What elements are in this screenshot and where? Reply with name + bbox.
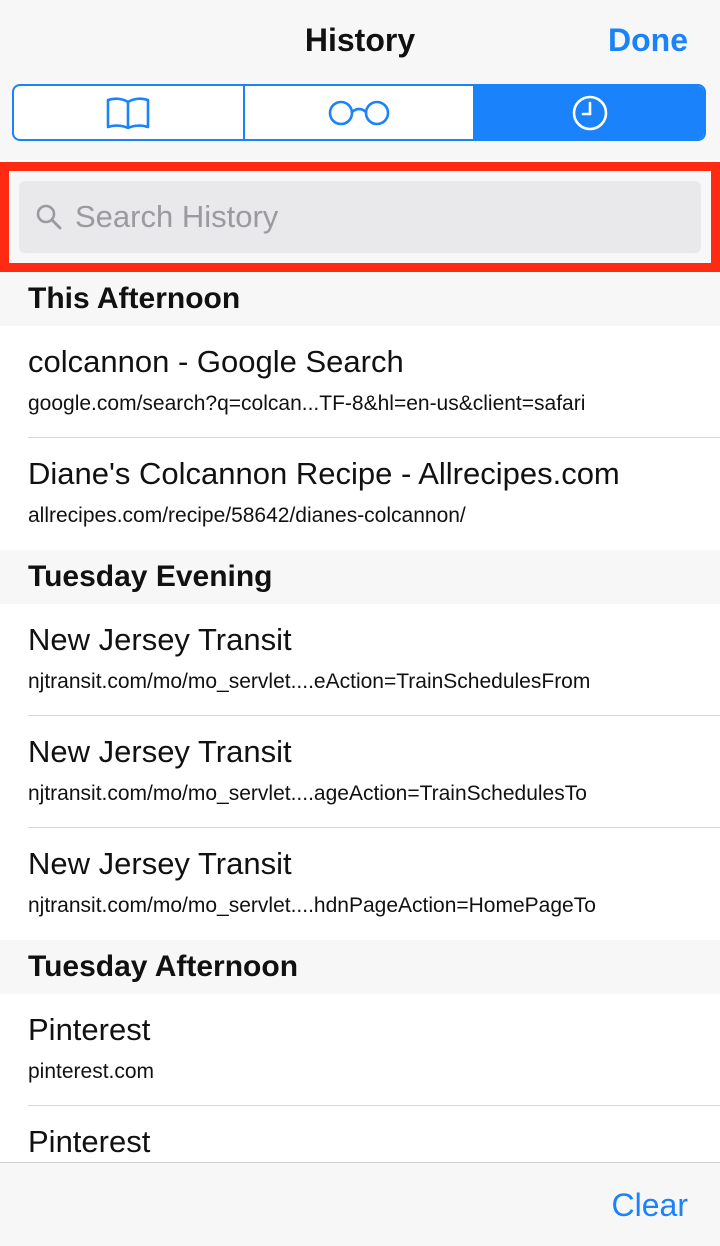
section-header: Tuesday Afternoon [0, 940, 720, 994]
clear-button[interactable]: Clear [612, 1187, 688, 1224]
history-item-title: New Jersey Transit [28, 846, 292, 881]
history-item[interactable]: New Jersey Transit njtransit.com/mo/mo_s… [0, 604, 720, 716]
history-item[interactable]: New Jersey Transit njtransit.com/mo/mo_s… [0, 828, 720, 940]
tab-history[interactable] [473, 86, 704, 139]
section-header: This Afternoon [0, 272, 720, 326]
history-item[interactable]: colcannon - Google Search google.com/sea… [0, 326, 720, 438]
bookmarks-segmented-control [12, 84, 706, 141]
history-item[interactable]: Diane's Colcannon Recipe - Allrecipes.co… [0, 438, 720, 550]
history-item-url: allrecipes.com/recipe/58642/dianes-colca… [28, 504, 466, 527]
tab-bookmarks[interactable] [14, 86, 243, 139]
history-item-url: pinterest.com [28, 1060, 155, 1083]
search-icon [36, 204, 62, 230]
search-bar[interactable] [19, 181, 701, 253]
clock-history-icon [572, 95, 607, 130]
history-item-url: njtransit.com/mo/mo_servlet....eAction=T… [28, 670, 591, 693]
history-item-title: New Jersey Transit [28, 622, 292, 657]
history-item[interactable]: Pinterest pinterest.com [0, 994, 720, 1106]
history-item-title: Pinterest [28, 1012, 151, 1047]
search-highlight-frame [0, 162, 720, 272]
history-item-url: njtransit.com/mo/mo_servlet....ageAction… [28, 782, 587, 805]
navigation-bar: History Done [0, 0, 720, 160]
book-icon [107, 96, 150, 129]
tab-reading-list[interactable] [242, 86, 474, 139]
reading-list-glasses-icon [328, 100, 390, 125]
history-item-url: google.com/search?q=colcan...TF-8&hl=en-… [28, 392, 586, 415]
history-item[interactable]: New Jersey Transit njtransit.com/mo/mo_s… [0, 716, 720, 828]
history-item-title: New Jersey Transit [28, 734, 292, 769]
history-item-title: Diane's Colcannon Recipe - Allrecipes.co… [28, 456, 620, 491]
history-item-url: njtransit.com/mo/mo_servlet....hdnPageAc… [28, 894, 596, 917]
history-list: This Afternoon colcannon - Google Search… [0, 272, 720, 1218]
search-input[interactable] [75, 199, 675, 235]
history-item-title: Pinterest [28, 1124, 151, 1159]
history-item-title: colcannon - Google Search [28, 344, 404, 379]
bottom-toolbar: Clear [0, 1162, 720, 1246]
section-header: Tuesday Evening [0, 550, 720, 604]
done-button[interactable]: Done [608, 22, 688, 59]
